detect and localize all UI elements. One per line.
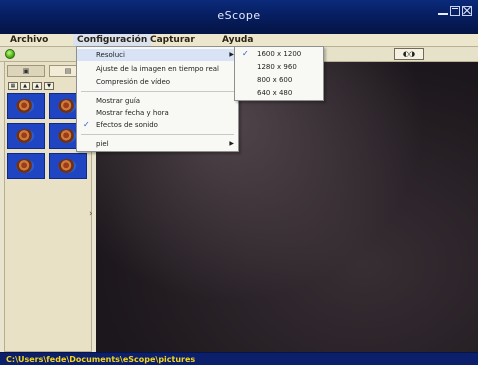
resolution-option-1280[interactable]: 1280 x 960 <box>235 61 323 73</box>
panel-collapse-handle[interactable]: › <box>89 206 95 222</box>
resolution-submenu: ✓ 1600 x 1200 1280 x 960 800 x 600 640 x… <box>234 46 324 101</box>
resolution-option-800[interactable]: 800 x 600 <box>235 74 323 86</box>
thumbnail[interactable] <box>49 153 87 179</box>
menu-item-label: Resoluci <box>96 51 125 59</box>
thumbnail[interactable] <box>7 153 45 179</box>
menu-item-label: Ajuste de la imagen en tiempo real <box>96 65 219 73</box>
camera-icon[interactable]: ▣ <box>7 65 45 77</box>
resolution-label: 800 x 600 <box>257 76 293 84</box>
menu-item-resolucion[interactable]: Resoluci ▶ <box>77 49 238 61</box>
window-controls <box>438 6 472 16</box>
scroll-up-icon[interactable]: ▲ <box>20 82 30 90</box>
checkmark-icon: ✓ <box>83 120 90 129</box>
submenu-arrow-icon: ▶ <box>229 140 234 147</box>
minimize-icon[interactable] <box>438 6 448 16</box>
menu-capturar[interactable]: Capturar <box>146 34 199 46</box>
menu-item-ajuste-imagen[interactable]: Ajuste de la imagen en tiempo real <box>77 63 238 75</box>
checkmark-icon: ✓ <box>242 49 249 58</box>
maximize-icon[interactable] <box>450 6 460 16</box>
status-bar: C:\Users\fede\Documents\eScope\pictures <box>0 352 478 365</box>
thumbnail[interactable] <box>7 123 45 149</box>
menu-item-label: Mostrar guía <box>96 97 141 105</box>
menu-separator <box>81 134 234 135</box>
menu-item-efectos-sonido[interactable]: ✓ Efectos de sonido <box>77 119 238 131</box>
resolution-option-640[interactable]: 640 x 480 <box>235 87 323 99</box>
resolution-label: 1280 x 960 <box>257 63 297 71</box>
menu-item-piel[interactable]: piel ▶ <box>77 138 238 150</box>
scroll-down-icon[interactable]: ▼ <box>44 82 54 90</box>
menu-item-label: Efectos de sonido <box>96 121 158 129</box>
view-icon[interactable]: ▦ <box>8 82 18 90</box>
scroll-top-icon[interactable]: ▲ <box>32 82 42 90</box>
menu-item-label: piel <box>96 140 109 148</box>
snapshot-icon[interactable]: ◐◑ <box>394 48 424 60</box>
resolution-label: 640 x 480 <box>257 89 293 97</box>
thumbnail-controls: ▦ ▲ ▲ ▼ <box>8 82 54 90</box>
green-record-icon[interactable] <box>5 49 15 59</box>
menu-item-label: Compresión de vídeo <box>96 78 171 86</box>
menu-configuracion[interactable]: Configuración <box>73 34 152 46</box>
title-bar[interactable]: eScope <box>0 0 478 34</box>
window-title: eScope <box>217 9 261 22</box>
menu-archivo[interactable]: Archivo <box>6 34 52 46</box>
resolution-option-1600[interactable]: ✓ 1600 x 1200 <box>235 48 323 60</box>
escope-window: eScope Archivo Configuración Capturar Ay… <box>0 0 478 365</box>
close-icon[interactable] <box>462 6 472 16</box>
resolution-label: 1600 x 1200 <box>257 50 302 58</box>
configuracion-menu: Resoluci ▶ Ajuste de la imagen en tiempo… <box>76 46 239 152</box>
menu-item-mostrar-fecha[interactable]: Mostrar fecha y hora <box>77 107 238 119</box>
thumbnail[interactable] <box>7 93 45 119</box>
menu-separator <box>81 91 234 92</box>
menu-ayuda[interactable]: Ayuda <box>218 34 257 46</box>
menu-item-label: Mostrar fecha y hora <box>96 109 169 117</box>
menu-item-compresion-video[interactable]: Compresión de vídeo <box>77 76 238 88</box>
status-path: C:\Users\fede\Documents\eScope\pictures <box>6 355 196 364</box>
menu-item-mostrar-guia[interactable]: Mostrar guía <box>77 95 238 107</box>
